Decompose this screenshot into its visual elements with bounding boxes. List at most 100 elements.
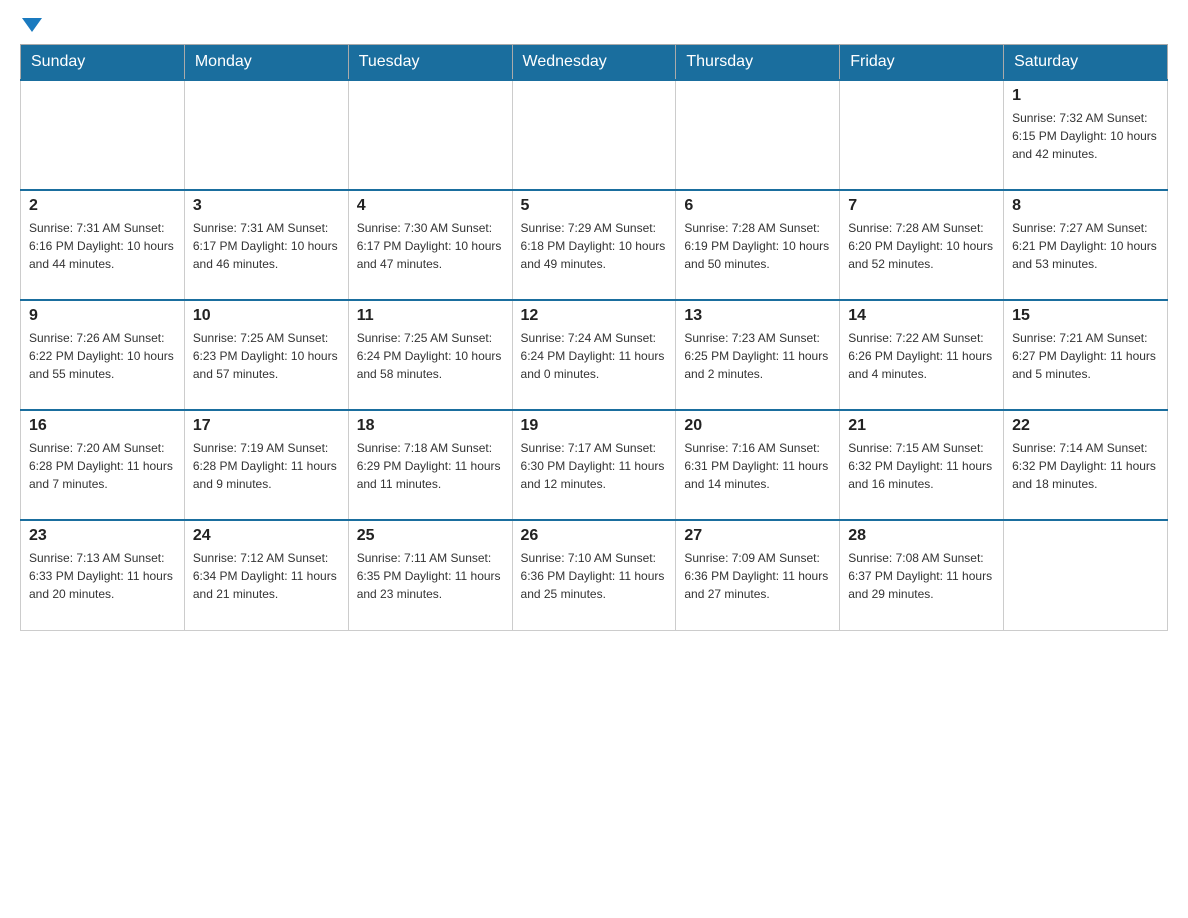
day-number: 4 (357, 197, 504, 215)
day-number: 6 (684, 197, 831, 215)
day-info: Sunrise: 7:31 AM Sunset: 6:16 PM Dayligh… (29, 219, 176, 273)
day-number: 7 (848, 197, 995, 215)
day-number: 28 (848, 527, 995, 545)
calendar-cell: 13 Sunrise: 7:23 AM Sunset: 6:25 PM Dayli… (676, 300, 840, 410)
calendar-cell: 20 Sunrise: 7:16 AM Sunset: 6:31 PM Dayli… (676, 410, 840, 520)
calendar-cell: 11 Sunrise: 7:25 AM Sunset: 6:24 PM Dayli… (348, 300, 512, 410)
calendar-cell: 28 Sunrise: 7:08 AM Sunset: 6:37 PM Dayli… (840, 520, 1004, 630)
day-info: Sunrise: 7:13 AM Sunset: 6:33 PM Dayligh… (29, 549, 176, 603)
day-info: Sunrise: 7:10 AM Sunset: 6:36 PM Dayligh… (521, 549, 668, 603)
day-number: 3 (193, 197, 340, 215)
calendar-cell: 22 Sunrise: 7:14 AM Sunset: 6:32 PM Dayli… (1004, 410, 1168, 520)
day-number: 10 (193, 307, 340, 325)
calendar-cell: 8 Sunrise: 7:27 AM Sunset: 6:21 PM Daylig… (1004, 190, 1168, 300)
day-info: Sunrise: 7:26 AM Sunset: 6:22 PM Dayligh… (29, 329, 176, 383)
calendar-week-row: 1 Sunrise: 7:32 AM Sunset: 6:15 PM Daylig… (21, 80, 1168, 190)
day-info: Sunrise: 7:15 AM Sunset: 6:32 PM Dayligh… (848, 439, 995, 493)
day-info: Sunrise: 7:19 AM Sunset: 6:28 PM Dayligh… (193, 439, 340, 493)
day-info: Sunrise: 7:23 AM Sunset: 6:25 PM Dayligh… (684, 329, 831, 383)
day-info: Sunrise: 7:22 AM Sunset: 6:26 PM Dayligh… (848, 329, 995, 383)
calendar-cell: 9 Sunrise: 7:26 AM Sunset: 6:22 PM Daylig… (21, 300, 185, 410)
day-number: 5 (521, 197, 668, 215)
calendar-cell: 21 Sunrise: 7:15 AM Sunset: 6:32 PM Dayli… (840, 410, 1004, 520)
day-info: Sunrise: 7:28 AM Sunset: 6:20 PM Dayligh… (848, 219, 995, 273)
day-number: 8 (1012, 197, 1159, 215)
calendar-cell: 2Sunrise: 7:31 AM Sunset: 6:16 PM Daylig… (21, 190, 185, 300)
day-number: 13 (684, 307, 831, 325)
day-info: Sunrise: 7:20 AM Sunset: 6:28 PM Dayligh… (29, 439, 176, 493)
day-number: 21 (848, 417, 995, 435)
day-info: Sunrise: 7:21 AM Sunset: 6:27 PM Dayligh… (1012, 329, 1159, 383)
calendar-cell: 14 Sunrise: 7:22 AM Sunset: 6:26 PM Dayli… (840, 300, 1004, 410)
day-number: 27 (684, 527, 831, 545)
day-number: 26 (521, 527, 668, 545)
calendar-cell (1004, 520, 1168, 630)
calendar-cell: 1 Sunrise: 7:32 AM Sunset: 6:15 PM Daylig… (1004, 80, 1168, 190)
day-of-week-header: Sunday (21, 45, 185, 81)
day-number: 14 (848, 307, 995, 325)
calendar-cell: 18 Sunrise: 7:18 AM Sunset: 6:29 PM Dayli… (348, 410, 512, 520)
day-number: 11 (357, 307, 504, 325)
day-of-week-header: Thursday (676, 45, 840, 81)
logo-triangle-icon (22, 18, 42, 32)
calendar-cell (348, 80, 512, 190)
logo (20, 20, 42, 34)
calendar-cell: 25 Sunrise: 7:11 AM Sunset: 6:35 PM Dayli… (348, 520, 512, 630)
day-number: 19 (521, 417, 668, 435)
day-number: 9 (29, 307, 176, 325)
day-info: Sunrise: 7:30 AM Sunset: 6:17 PM Dayligh… (357, 219, 504, 273)
calendar-week-row: 2Sunrise: 7:31 AM Sunset: 6:16 PM Daylig… (21, 190, 1168, 300)
day-of-week-header: Wednesday (512, 45, 676, 81)
calendar-cell: 3 Sunrise: 7:31 AM Sunset: 6:17 PM Daylig… (184, 190, 348, 300)
day-number: 12 (521, 307, 668, 325)
day-info: Sunrise: 7:16 AM Sunset: 6:31 PM Dayligh… (684, 439, 831, 493)
calendar-cell (184, 80, 348, 190)
day-info: Sunrise: 7:18 AM Sunset: 6:29 PM Dayligh… (357, 439, 504, 493)
calendar-cell (676, 80, 840, 190)
day-info: Sunrise: 7:11 AM Sunset: 6:35 PM Dayligh… (357, 549, 504, 603)
day-of-week-header: Tuesday (348, 45, 512, 81)
page-header (20, 20, 1168, 34)
day-info: Sunrise: 7:09 AM Sunset: 6:36 PM Dayligh… (684, 549, 831, 603)
day-info: Sunrise: 7:14 AM Sunset: 6:32 PM Dayligh… (1012, 439, 1159, 493)
calendar-header-row: SundayMondayTuesdayWednesdayThursdayFrid… (21, 45, 1168, 81)
calendar-cell (840, 80, 1004, 190)
day-number: 20 (684, 417, 831, 435)
calendar-cell: 17 Sunrise: 7:19 AM Sunset: 6:28 PM Dayli… (184, 410, 348, 520)
day-info: Sunrise: 7:27 AM Sunset: 6:21 PM Dayligh… (1012, 219, 1159, 273)
calendar-cell: 10 Sunrise: 7:25 AM Sunset: 6:23 PM Dayli… (184, 300, 348, 410)
calendar-cell: 5Sunrise: 7:29 AM Sunset: 6:18 PM Daylig… (512, 190, 676, 300)
day-number: 22 (1012, 417, 1159, 435)
calendar-cell (512, 80, 676, 190)
calendar-cell: 24Sunrise: 7:12 AM Sunset: 6:34 PM Dayli… (184, 520, 348, 630)
calendar-week-row: 23 Sunrise: 7:13 AM Sunset: 6:33 PM Dayli… (21, 520, 1168, 630)
day-number: 15 (1012, 307, 1159, 325)
day-number: 23 (29, 527, 176, 545)
day-info: Sunrise: 7:24 AM Sunset: 6:24 PM Dayligh… (521, 329, 668, 383)
calendar-cell: 15 Sunrise: 7:21 AM Sunset: 6:27 PM Dayli… (1004, 300, 1168, 410)
calendar-cell: 7 Sunrise: 7:28 AM Sunset: 6:20 PM Daylig… (840, 190, 1004, 300)
day-number: 24 (193, 527, 340, 545)
day-number: 18 (357, 417, 504, 435)
day-info: Sunrise: 7:25 AM Sunset: 6:23 PM Dayligh… (193, 329, 340, 383)
day-of-week-header: Friday (840, 45, 1004, 81)
day-number: 25 (357, 527, 504, 545)
calendar-cell: 26 Sunrise: 7:10 AM Sunset: 6:36 PM Dayli… (512, 520, 676, 630)
calendar-cell (21, 80, 185, 190)
day-info: Sunrise: 7:32 AM Sunset: 6:15 PM Dayligh… (1012, 109, 1159, 163)
calendar-week-row: 9 Sunrise: 7:26 AM Sunset: 6:22 PM Daylig… (21, 300, 1168, 410)
day-number: 1 (1012, 87, 1159, 105)
calendar-week-row: 16Sunrise: 7:20 AM Sunset: 6:28 PM Dayli… (21, 410, 1168, 520)
day-info: Sunrise: 7:25 AM Sunset: 6:24 PM Dayligh… (357, 329, 504, 383)
calendar-cell: 27 Sunrise: 7:09 AM Sunset: 6:36 PM Dayli… (676, 520, 840, 630)
day-info: Sunrise: 7:17 AM Sunset: 6:30 PM Dayligh… (521, 439, 668, 493)
calendar-cell: 19 Sunrise: 7:17 AM Sunset: 6:30 PM Dayli… (512, 410, 676, 520)
day-of-week-header: Saturday (1004, 45, 1168, 81)
day-info: Sunrise: 7:08 AM Sunset: 6:37 PM Dayligh… (848, 549, 995, 603)
calendar-cell: 12 Sunrise: 7:24 AM Sunset: 6:24 PM Dayli… (512, 300, 676, 410)
day-of-week-header: Monday (184, 45, 348, 81)
calendar-table: SundayMondayTuesdayWednesdayThursdayFrid… (20, 44, 1168, 631)
day-number: 17 (193, 417, 340, 435)
day-info: Sunrise: 7:31 AM Sunset: 6:17 PM Dayligh… (193, 219, 340, 273)
calendar-cell: 23 Sunrise: 7:13 AM Sunset: 6:33 PM Dayli… (21, 520, 185, 630)
